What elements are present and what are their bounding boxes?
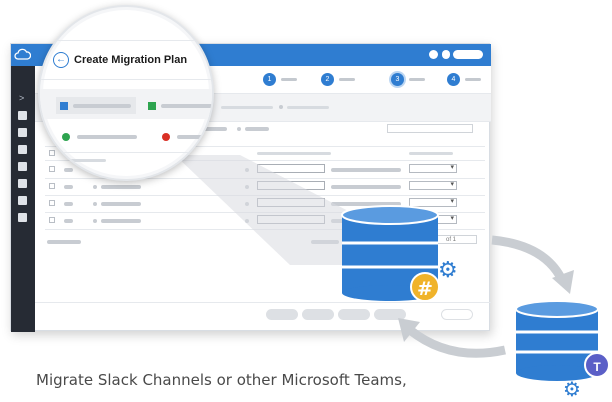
row-target-field[interactable] (257, 198, 325, 207)
row-dot (245, 219, 249, 223)
step-3[interactable]: 3 (391, 73, 404, 86)
status-red-icon (162, 133, 170, 141)
nav-icon-5[interactable] (18, 179, 27, 188)
row-toggle[interactable] (64, 185, 73, 189)
row-checkbox[interactable] (49, 200, 55, 206)
step-2-label (339, 78, 355, 81)
lens-header-line (40, 40, 212, 41)
caption-text: Migrate Slack Channels or other Microsof… (36, 371, 407, 389)
footer-button-3[interactable] (338, 309, 370, 320)
lens-divider (40, 79, 212, 80)
arrow-lower (407, 326, 506, 358)
account-menu[interactable] (453, 50, 483, 59)
footer-button-1[interactable] (266, 309, 298, 320)
nav-icon-4[interactable] (18, 162, 27, 171)
row-dot (93, 219, 97, 223)
row-dot (245, 202, 249, 206)
status-red-label (177, 135, 207, 139)
lens-checkbox[interactable] (50, 157, 56, 163)
source-label (73, 104, 131, 108)
step-3-label (409, 78, 425, 81)
step-1[interactable]: 1 (263, 73, 276, 86)
nav-icon-6[interactable] (18, 196, 27, 205)
expand-rail-icon[interactable]: > (19, 94, 24, 103)
notification-icon[interactable] (429, 50, 438, 59)
cloud-logo-icon (14, 48, 31, 60)
nav-icon-1[interactable] (18, 111, 27, 120)
row-type-select[interactable] (409, 180, 457, 190)
row-source (101, 185, 141, 189)
table-row-line (45, 195, 485, 196)
footer-button-4[interactable] (374, 309, 406, 320)
band-dot (279, 105, 283, 109)
step-4-label (465, 78, 481, 81)
row-target-name (331, 168, 401, 172)
search-input[interactable] (387, 124, 473, 133)
lens-table-line (40, 152, 212, 153)
footer-button-2[interactable] (302, 309, 334, 320)
nav-icon-7[interactable] (18, 213, 27, 222)
status-green-label (77, 135, 137, 139)
row-toggle[interactable] (64, 168, 73, 172)
nav-icon-2[interactable] (18, 128, 27, 137)
row-checkbox[interactable] (49, 217, 55, 223)
back-arrow-icon[interactable]: ← (53, 52, 69, 68)
column-header-target (257, 152, 331, 155)
step-4[interactable]: 4 (447, 73, 460, 86)
arrow-upper-head (552, 270, 574, 294)
row-source (101, 219, 141, 223)
gear-icon: ⚙ (563, 377, 581, 401)
row-type-select[interactable] (409, 163, 457, 173)
left-navigation-rail: > (11, 66, 35, 332)
teams-badge-icon: T (584, 352, 610, 378)
step-2[interactable]: 2 (321, 73, 334, 86)
footer-divider (35, 302, 491, 303)
row-checkbox[interactable] (49, 183, 55, 189)
filter-dot (237, 127, 241, 131)
user-icon[interactable] (442, 50, 450, 59)
source-square-icon (60, 102, 68, 110)
status-green-icon (62, 133, 70, 141)
select-all-checkbox[interactable] (49, 150, 55, 156)
dialog-title: Create Migration Plan (74, 54, 188, 66)
row-checkbox[interactable] (49, 166, 55, 172)
slack-badge-icon: # (410, 272, 440, 302)
row-toggle[interactable] (64, 219, 73, 223)
row-source (101, 202, 141, 206)
magnifier-lens: ← Create Migration Plan (38, 5, 214, 181)
row-dot (93, 202, 97, 206)
gear-icon: ⚙ (438, 258, 458, 283)
filter-value (245, 127, 269, 131)
nav-icon-3[interactable] (18, 145, 27, 154)
lens-column-header (66, 159, 106, 162)
band-label-2 (287, 106, 329, 109)
footer-button-next[interactable] (441, 309, 473, 320)
row-dot (245, 185, 249, 189)
target-label (161, 104, 212, 108)
arrow-upper (491, 235, 567, 283)
row-target-field[interactable] (257, 164, 325, 173)
page-size-label (47, 240, 81, 244)
row-target-name (331, 185, 401, 189)
band-label-1 (221, 106, 273, 109)
target-square-icon (148, 102, 156, 110)
row-target-field[interactable] (257, 181, 325, 190)
row-toggle[interactable] (64, 202, 73, 206)
row-target-field[interactable] (257, 215, 325, 224)
column-header-type (409, 152, 453, 155)
page-label (311, 240, 339, 244)
step-1-label (281, 78, 297, 81)
row-dot (245, 168, 249, 172)
row-dot (93, 185, 97, 189)
